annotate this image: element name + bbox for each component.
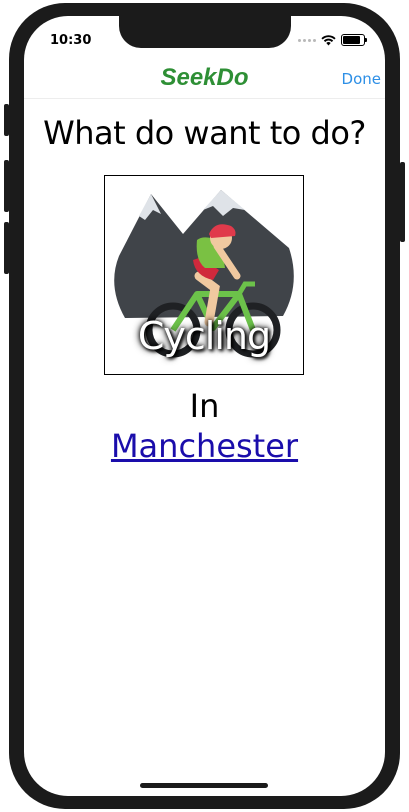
status-icons: [298, 34, 367, 46]
power-button: [400, 162, 405, 242]
done-button[interactable]: Done: [342, 70, 381, 88]
page-question: What do want to do?: [43, 114, 366, 152]
status-time: 10:30: [50, 33, 92, 48]
screen: 10:30 SeekDo Done What do want to do? Cy…: [24, 16, 385, 796]
notch: [119, 16, 291, 48]
nav-bar: SeekDo Done: [24, 62, 385, 99]
activity-card[interactable]: Cycling: [104, 175, 304, 375]
location-link[interactable]: Manchester: [24, 427, 385, 465]
home-indicator[interactable]: [140, 783, 268, 788]
activity-label: Cycling: [137, 314, 271, 358]
app-title: SeekDo: [160, 64, 249, 91]
wifi-icon: [321, 34, 336, 45]
battery-icon: [341, 34, 367, 46]
phone-frame: 10:30 SeekDo Done What do want to do? Cy…: [9, 3, 400, 809]
signal-icon: [298, 38, 316, 42]
in-label: In: [189, 387, 220, 425]
